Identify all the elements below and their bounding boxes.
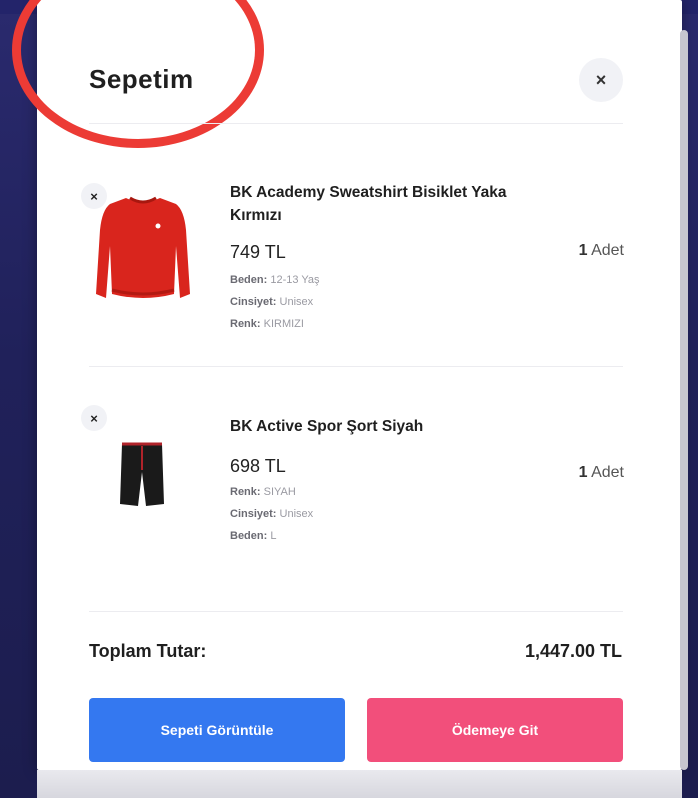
checkout-label: Ödemeye Git: [451, 722, 539, 738]
attribute-label: Beden:: [230, 530, 268, 542]
item-name[interactable]: BK Academy Sweatshirt Bisiklet Yaka Kırm…: [230, 181, 530, 227]
attribute-label: Renk:: [230, 486, 261, 498]
header-divider: [89, 123, 623, 124]
attribute-value: Unisex: [279, 296, 314, 308]
attribute-label: Cinsiyet:: [230, 296, 277, 308]
item-quantity: 1 Adet: [560, 242, 624, 260]
item-name[interactable]: BK Active Spor Şort Siyah: [230, 415, 530, 438]
item-price: 698 TL: [230, 456, 286, 476]
attribute-value: L: [270, 530, 277, 542]
view-cart-button[interactable]: Sepeti Görüntüle: [89, 698, 345, 762]
item-quantity: 1 Adet: [560, 464, 624, 482]
item-attribute: Cinsiyet: Unisex: [230, 296, 313, 308]
remove-item-button[interactable]: ×: [81, 405, 107, 431]
quantity-unit: Adet: [591, 464, 624, 481]
black-shorts-image[interactable]: [120, 442, 164, 508]
red-sweatshirt-image[interactable]: [96, 190, 190, 306]
attribute-value: 12-13 Yaş: [270, 274, 320, 286]
attribute-value: SIYAH: [263, 486, 296, 498]
attribute-label: Cinsiyet:: [230, 508, 277, 520]
cart-title: Sepetim: [89, 64, 194, 94]
item-attribute: Cinsiyet: Unisex: [230, 508, 313, 520]
attribute-label: Beden:: [230, 274, 268, 286]
close-cart-button[interactable]: ×: [579, 58, 623, 102]
total-amount: 1,447.00 TL: [524, 641, 622, 661]
quantity-unit: Adet: [591, 242, 624, 259]
close-icon: ×: [595, 70, 607, 90]
attribute-value: KIRMIZI: [263, 318, 304, 330]
item-attribute: Renk: SIYAH: [230, 486, 296, 498]
item-attribute: Beden: 12-13 Yaş: [230, 274, 319, 286]
attribute-label: Renk:: [230, 318, 261, 330]
close-icon: ×: [90, 410, 98, 426]
total-divider: [89, 611, 623, 612]
item-attribute: Renk: KIRMIZI: [230, 318, 304, 330]
item-price: 749 TL: [230, 242, 286, 262]
total-label: Toplam Tutar:: [89, 641, 207, 661]
drawer-bottom-edge: [37, 770, 682, 798]
quantity-value: 1: [578, 242, 588, 259]
scrollbar[interactable]: [680, 30, 688, 770]
attribute-value: Unisex: [279, 508, 314, 520]
item-attribute: Beden: L: [230, 530, 276, 542]
checkout-button[interactable]: Ödemeye Git: [367, 698, 623, 762]
quantity-value: 1: [578, 464, 588, 481]
view-cart-label: Sepeti Görüntüle: [160, 722, 274, 738]
item-divider: [89, 366, 623, 367]
